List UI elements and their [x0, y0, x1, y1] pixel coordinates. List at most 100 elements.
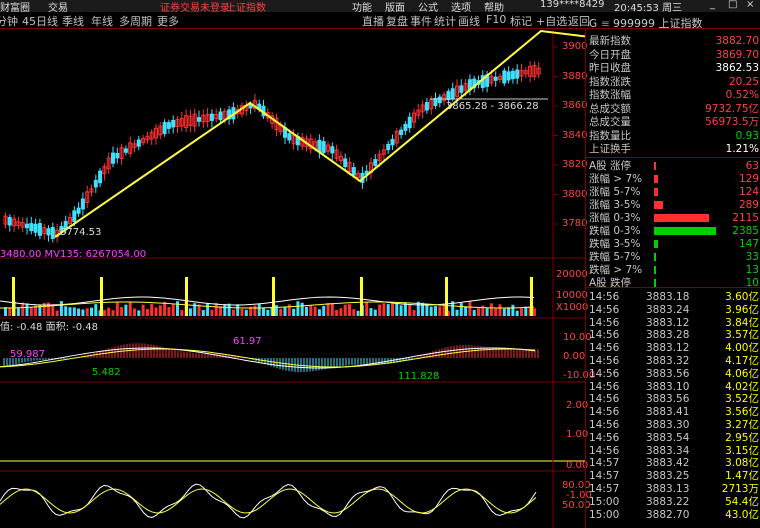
volume-bar [223, 304, 227, 316]
tick-price: 3883.32 [646, 355, 690, 367]
volume-bar [111, 310, 115, 316]
volume-bar [227, 303, 231, 316]
tick-volume: 3.56亿 [725, 406, 759, 419]
breadth-row[interactable]: A股 涨停 63 [586, 160, 760, 172]
period-more[interactable]: 更多 [157, 13, 179, 29]
price-axis-label: 3880 [562, 70, 588, 82]
tool-live[interactable]: 直播 [362, 13, 384, 29]
breadth-row[interactable]: 跌幅 3-5% 147 [586, 238, 760, 250]
tick-time: 14:56 [589, 431, 620, 444]
volume-axis-label: 10000 [556, 290, 588, 301]
breadth-row[interactable]: 涨幅 5-7% 124 [586, 186, 760, 198]
breadth-bar [654, 240, 659, 248]
quote-value: 56973.5万 [705, 116, 759, 128]
candle-body [218, 111, 223, 121]
volume-bar [176, 301, 179, 316]
menu-icon[interactable]: ≡ [601, 17, 610, 31]
period-45day[interactable]: 45日线 [22, 13, 58, 29]
candle-body [93, 179, 98, 188]
volume-bar [511, 304, 515, 316]
tool-f10[interactable]: F10 [486, 13, 506, 26]
candle-body [351, 167, 356, 176]
quote-row: 指数涨跌 20.25 [586, 76, 760, 88]
volume-bar [515, 310, 519, 316]
candle-body [343, 158, 348, 168]
candle-body [7, 216, 12, 226]
breadth-row[interactable]: 跌幅 > 7% 13 [586, 264, 760, 276]
volume-bar [219, 306, 222, 316]
maximize-icon[interactable]: □ [728, 0, 737, 10]
volume-bar [455, 309, 459, 316]
low-price-label: 3774.53 [60, 227, 102, 238]
volume-bar [477, 308, 480, 316]
zigzag-pattern-line[interactable] [54, 29, 585, 238]
breadth-value: 2385 [732, 225, 759, 237]
candle-body [386, 143, 391, 151]
breadth-row[interactable]: 涨幅 0-3% 2115 [586, 212, 760, 224]
tick-volume: 3.52亿 [725, 393, 759, 406]
volume-bar [386, 304, 390, 316]
volume-bar [124, 304, 128, 316]
window-title-bar: 财富圈 交易 证券交易未登录 上证指数 功能 版面 公式 选项 帮助 139**… [0, 0, 760, 14]
tick-time: 14:56 [589, 419, 620, 431]
tick-price: 3883.18 [646, 291, 690, 303]
candle-body [493, 76, 498, 81]
tick-row: 14:56 3883.30 3.27亿 [586, 419, 760, 431]
breadth-row[interactable]: 跌幅 0-3% 2385 [586, 225, 760, 237]
index-header[interactable]: G ≡ 999999 上证指数 [586, 17, 760, 31]
tick-row: 14:57 3883.42 3.08亿 [586, 457, 760, 469]
tick-row: 15:00 3883.22 54.4亿 [586, 496, 760, 508]
volume-bar [352, 309, 356, 316]
volume-bar [55, 310, 59, 316]
tick-row: 14:57 3883.13 2713万 [586, 483, 760, 495]
volume-bar [167, 307, 171, 316]
breadth-label: 跌幅 3-5% [589, 238, 641, 250]
breadth-row[interactable]: 涨幅 3-5% 289 [586, 199, 760, 211]
volume-bar [339, 308, 343, 316]
volume-bar [472, 310, 476, 316]
tick-price: 3883.56 [646, 367, 690, 380]
volume-bar [72, 307, 76, 316]
candle-body [502, 70, 507, 84]
tool-replay[interactable]: 复盘 [386, 13, 408, 29]
tick-price: 3883.25 [646, 470, 690, 483]
volume-bar [133, 308, 136, 316]
breadth-label: A股 涨停 [589, 160, 632, 172]
breadth-label: 涨幅 3-5% [589, 199, 641, 211]
volume-bar [236, 304, 240, 316]
period-minute[interactable]: 分钟 [0, 13, 18, 29]
breadth-row[interactable]: 涨幅 > 7% 129 [586, 173, 760, 185]
volume-bar [287, 304, 291, 316]
breadth-row[interactable]: 跌幅 5-7% 33 [586, 251, 760, 263]
tool-stats[interactable]: 统计 [434, 13, 456, 29]
tick-volume: 3.84亿 [725, 316, 759, 329]
price-axis-label: 3840 [562, 129, 588, 141]
volume-bar [429, 306, 433, 316]
volume-bar [158, 305, 162, 316]
breadth-bar [654, 214, 710, 222]
minimize-icon[interactable]: _ [710, 0, 715, 10]
divider [586, 157, 760, 158]
close-icon[interactable]: × [746, 0, 754, 10]
quote-label: 指数量比 [589, 129, 631, 142]
volume-bar [120, 306, 124, 316]
tool-draw[interactable]: 画线 [458, 13, 480, 29]
period-quarter[interactable]: 季线 [62, 13, 84, 29]
period-year[interactable]: 年线 [91, 13, 113, 29]
price-axis-label: 3780 [562, 218, 588, 229]
volume-bar [399, 305, 403, 316]
user-phone[interactable]: 139****8429 [540, 0, 605, 10]
breadth-bar [654, 175, 658, 183]
volume-bar [365, 302, 369, 316]
tool-mark[interactable]: 标记 [510, 13, 532, 29]
tool-add-watch[interactable]: +自选 [536, 13, 567, 29]
period-multi[interactable]: 多周期 [119, 13, 152, 29]
tick-row: 14:56 3883.56 4.06亿 [586, 368, 760, 380]
quote-label: 总成交量 [589, 116, 631, 128]
candle-body [287, 133, 292, 141]
volume-spike-bar [100, 277, 103, 316]
breadth-bar [654, 266, 656, 274]
tool-event[interactable]: 事件 [410, 13, 432, 29]
volume-bar [378, 304, 382, 316]
candle-body [197, 117, 201, 122]
